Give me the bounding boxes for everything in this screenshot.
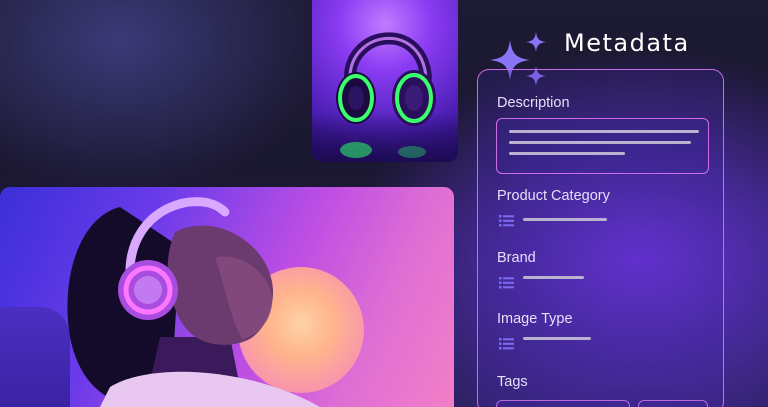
category-value-line [523, 218, 607, 221]
brand-value-line [523, 276, 584, 279]
image-type-label: Image Type [497, 311, 573, 327]
image-type-value-line [523, 337, 591, 340]
product-photo-headphones [312, 0, 458, 162]
description-field[interactable] [496, 118, 709, 174]
tags-label: Tags [497, 374, 528, 390]
tag-chip[interactable] [496, 400, 630, 407]
metadata-title: Metadata [564, 29, 690, 57]
description-label: Description [497, 95, 570, 111]
brand-label: Brand [497, 250, 536, 266]
product-category-label: Product Category [497, 188, 610, 204]
portrait-photo [0, 187, 454, 407]
placeholder-line [509, 141, 691, 144]
list-icon [499, 215, 514, 227]
woman-with-headphones-image [67, 197, 320, 407]
headphones-image [336, 32, 436, 158]
list-icon [499, 338, 514, 350]
list-icon [499, 277, 514, 289]
tag-chip[interactable] [638, 400, 708, 407]
metadata-panel: Description Product Category Brand Image… [477, 69, 724, 407]
placeholder-line [509, 152, 625, 155]
placeholder-line [509, 130, 699, 133]
